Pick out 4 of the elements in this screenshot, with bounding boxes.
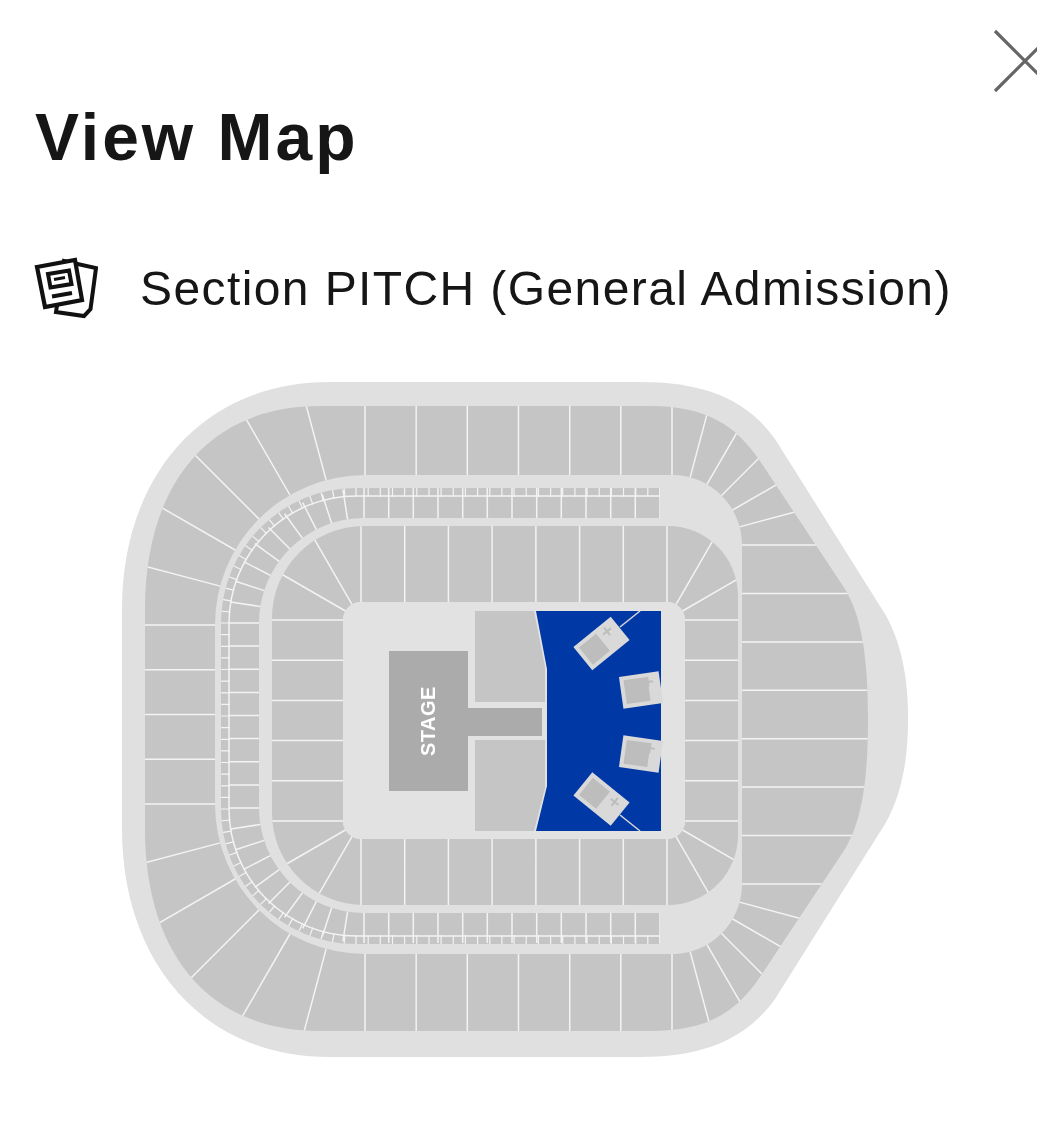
close-icon — [993, 29, 1037, 93]
stage-label: STAGE — [417, 686, 439, 756]
section-label: Section PITCH (General Admission) — [140, 261, 952, 317]
close-button[interactable] — [993, 29, 1037, 93]
